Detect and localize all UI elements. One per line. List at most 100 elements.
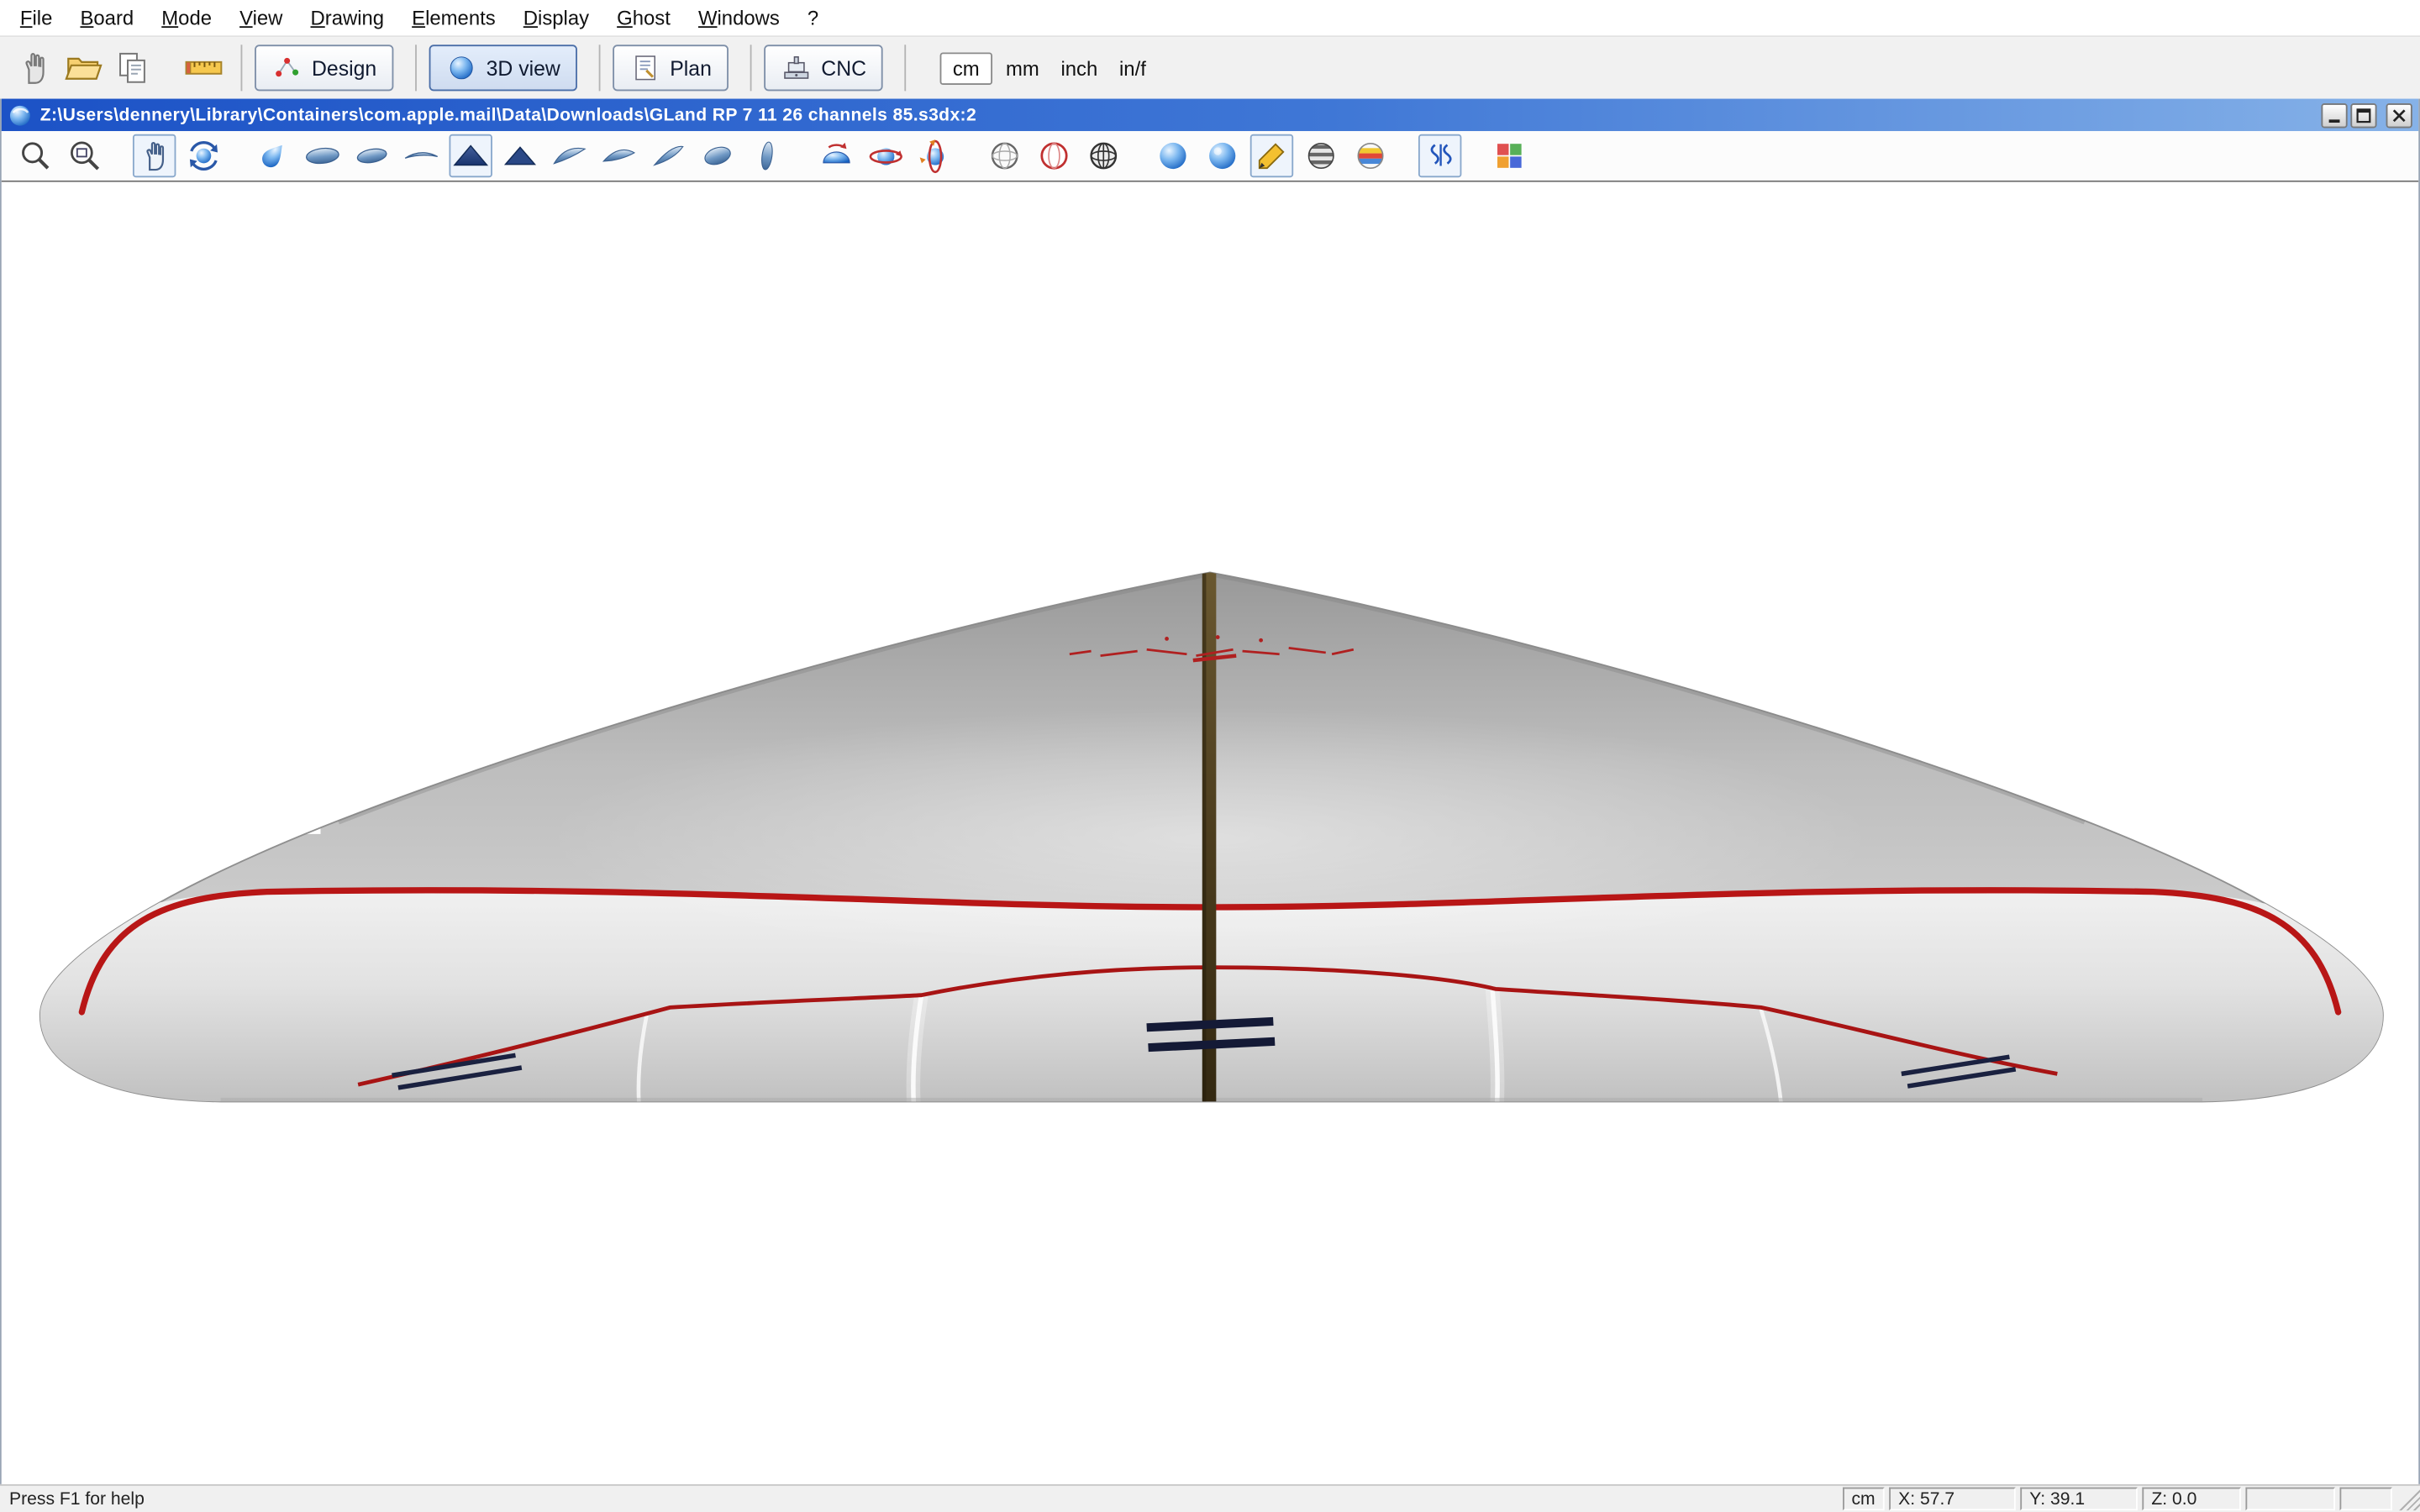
toolbar-separator: [750, 45, 752, 91]
document-titlebar[interactable]: Z:\Users\dennery\Library\Containers\com.…: [2, 99, 2418, 132]
edit-pencil-icon: [1253, 137, 1290, 174]
tool-color-panels-button[interactable]: [1488, 134, 1531, 177]
profile-oval-icon: [699, 137, 736, 174]
viewport-3d[interactable]: [2, 182, 2418, 1484]
sphere-3d-icon: [446, 52, 477, 83]
close-button[interactable]: [2386, 102, 2412, 127]
status-empty-field: [2245, 1488, 2335, 1511]
unit-cm[interactable]: cm: [940, 52, 992, 85]
status-x-coordinate: X: 57.7: [1889, 1488, 2016, 1511]
mode-design-button[interactable]: Design: [255, 45, 393, 91]
cnc-machine-icon: [781, 52, 813, 83]
drop-shape-icon: [255, 137, 292, 174]
main-toolbar: Design 3D view Plan CNC cm mm inch in/f: [0, 37, 2420, 98]
menu-display[interactable]: Display: [509, 2, 602, 34]
tool-profile-3-button[interactable]: [647, 134, 690, 177]
tool-profile-2-button[interactable]: [597, 134, 640, 177]
toolbar-separator: [415, 45, 417, 91]
panel-triangle-icon: [452, 137, 489, 174]
menu-mode[interactable]: Mode: [148, 2, 226, 34]
status-bar: Press F1 for help cm X: 57.7 Y: 39.1 Z: …: [0, 1484, 2420, 1512]
profile-3-icon: [650, 137, 687, 174]
tool-profile-oval-button[interactable]: [696, 134, 739, 177]
document-window: Z:\Users\dennery\Library\Containers\com.…: [0, 99, 2420, 1484]
wing-3d-render: [2, 182, 2418, 1484]
tool-panel-triangle-filled-button[interactable]: [498, 134, 541, 177]
tool-profile-blade-button[interactable]: [745, 134, 788, 177]
app-icon: [8, 102, 32, 127]
close-icon: [2389, 106, 2409, 124]
menu-view[interactable]: View: [226, 2, 297, 34]
unit-selector: cm mm inch in/f: [940, 52, 1154, 85]
copy-button[interactable]: [108, 43, 158, 92]
copy-icon: [113, 48, 153, 88]
unit-inf[interactable]: in/f: [1112, 53, 1154, 82]
unit-inch[interactable]: inch: [1053, 53, 1105, 82]
tool-zoom-button[interactable]: [14, 134, 57, 177]
menu-board[interactable]: Board: [66, 2, 148, 34]
pointer-hand-button[interactable]: [9, 43, 59, 92]
pan-hand-icon: [136, 137, 173, 174]
tool-shaded-sphere-2-button[interactable]: [1201, 134, 1244, 177]
menu-ghost[interactable]: Ghost: [603, 2, 685, 34]
status-unit: cm: [1842, 1488, 1884, 1511]
orbit-icon: [185, 137, 222, 174]
tool-seam-view-button[interactable]: [1418, 134, 1461, 177]
wire-sphere-light-icon: [986, 137, 1023, 174]
status-z-coordinate: Z: 0.0: [2142, 1488, 2241, 1511]
mode-3dview-label: 3D view: [487, 56, 560, 80]
tool-zoom-window-button[interactable]: [63, 134, 106, 177]
tool-pan-button[interactable]: [133, 134, 176, 177]
menu-drawing[interactable]: Drawing: [297, 2, 398, 34]
tool-rotate-view-1-button[interactable]: [865, 134, 908, 177]
tool-rotate-view-2-button[interactable]: [913, 134, 956, 177]
plan-document-icon: [629, 52, 660, 83]
mode-cnc-button[interactable]: CNC: [764, 45, 883, 91]
tool-ellipse-1-button[interactable]: [301, 134, 344, 177]
resize-grip[interactable]: [2396, 1488, 2420, 1511]
mode-cnc-label: CNC: [821, 56, 866, 80]
unit-mm[interactable]: mm: [998, 53, 1047, 82]
menu-windows[interactable]: Windows: [684, 2, 793, 34]
minimize-button[interactable]: [2321, 102, 2347, 127]
tool-wire-sphere-light-button[interactable]: [983, 134, 1026, 177]
profile-1-icon: [551, 137, 588, 174]
tool-striped-sphere-button[interactable]: [1300, 134, 1343, 177]
ellipse-1-icon: [302, 137, 343, 174]
tool-curve-button[interactable]: [400, 134, 443, 177]
striped-sphere-icon: [1302, 137, 1339, 174]
maximize-button[interactable]: [2350, 102, 2376, 127]
tool-orbit-button[interactable]: [182, 134, 225, 177]
rainbow-sphere-icon: [1352, 137, 1389, 174]
menu-file[interactable]: File: [6, 2, 66, 34]
tool-wire-sphere-dark-button[interactable]: [1082, 134, 1125, 177]
ruler-icon: [184, 48, 224, 88]
profile-2-icon: [600, 137, 637, 174]
pointer-hand-icon: [14, 48, 55, 88]
shaded-sphere-1-icon: [1155, 137, 1192, 174]
toolbar-separator: [905, 45, 907, 91]
zoom-window-icon: [66, 137, 103, 174]
tool-wire-sphere-red-button[interactable]: [1033, 134, 1076, 177]
tool-profile-1-button[interactable]: [548, 134, 591, 177]
app-window: File Board Mode View Drawing Elements Di…: [0, 0, 2420, 1512]
mode-3dview-button[interactable]: 3D view: [429, 45, 577, 91]
mode-plan-button[interactable]: Plan: [613, 45, 729, 91]
menu-elements[interactable]: Elements: [398, 2, 510, 34]
status-y-coordinate: Y: 39.1: [2020, 1488, 2138, 1511]
minimize-icon: [2324, 106, 2344, 124]
mode-plan-label: Plan: [670, 56, 712, 80]
tool-edit-pencil-button[interactable]: [1250, 134, 1293, 177]
menu-help[interactable]: ?: [793, 2, 832, 34]
measure-button[interactable]: [179, 43, 229, 92]
tool-ellipse-2-button[interactable]: [350, 134, 393, 177]
tool-panel-triangle-button[interactable]: [449, 134, 492, 177]
tool-rainbow-sphere-button[interactable]: [1349, 134, 1392, 177]
rotate-view-1-icon: [865, 137, 906, 174]
wire-sphere-dark-icon: [1085, 137, 1122, 174]
tool-drop-shape-button[interactable]: [251, 134, 294, 177]
tool-shaded-sphere-1-button[interactable]: [1151, 134, 1194, 177]
mode-design-label: Design: [312, 56, 376, 80]
open-file-button[interactable]: [59, 43, 108, 92]
tool-dome-rotate-button[interactable]: [815, 134, 858, 177]
